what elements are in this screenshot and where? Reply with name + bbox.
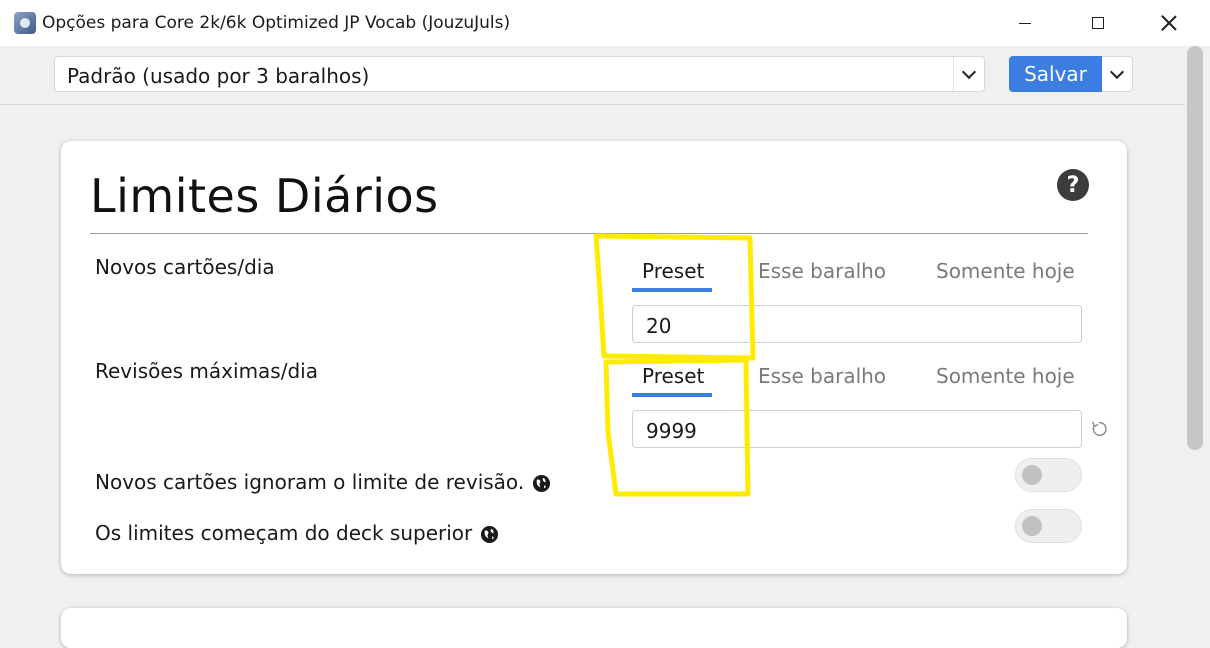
window-title: Opções para Core 2k/6k Optimized JP Voca… <box>42 13 511 33</box>
new-ignore-review-limit-label: Novos cartões ignoram o limite de revisã… <box>95 470 525 494</box>
tab-today-only-reviews[interactable]: Somente hoje <box>936 364 1075 388</box>
minimize-button[interactable] <box>990 0 1060 46</box>
revert-icon[interactable] <box>1090 420 1108 438</box>
highlight-annotation <box>593 233 756 497</box>
tab-this-deck-reviews[interactable]: Esse baralho <box>758 364 886 388</box>
new-cards-label: Novos cartões/dia <box>95 255 275 279</box>
toggle-knob <box>1022 516 1042 536</box>
globe-icon <box>480 525 499 544</box>
maximize-button[interactable] <box>1063 0 1133 46</box>
maximize-icon <box>1092 17 1104 29</box>
preset-select-value: Padrão (usado por 3 baralhos) <box>67 64 370 88</box>
globe-icon <box>532 474 551 493</box>
minimize-icon <box>1019 22 1031 24</box>
tab-today-only-new[interactable]: Somente hoje <box>936 259 1075 283</box>
help-icon[interactable]: ? <box>1057 169 1089 201</box>
chevron-down-icon <box>1109 64 1125 80</box>
max-reviews-label: Revisões máximas/dia <box>95 359 318 383</box>
chevron-down-icon <box>961 64 977 80</box>
toggle-knob <box>1022 465 1042 485</box>
anki-app-icon <box>14 12 36 34</box>
tab-this-deck-new[interactable]: Esse baralho <box>758 259 886 283</box>
limits-start-top-label: Os limites começam do deck superior <box>95 521 473 545</box>
save-options-button[interactable] <box>1102 56 1133 92</box>
preset-toolbar: Padrão (usado por 3 baralhos) Salvar <box>0 46 1185 105</box>
title-divider <box>90 233 1088 234</box>
select-divider <box>953 57 954 91</box>
section-title: Limites Diários <box>90 169 439 223</box>
scrollbar-thumb[interactable] <box>1187 46 1203 450</box>
title-bar: Opções para Core 2k/6k Optimized JP Voca… <box>0 0 1210 46</box>
next-section-card <box>61 608 1127 648</box>
limits-start-top-toggle[interactable] <box>1015 509 1082 543</box>
new-ignore-review-limit-toggle[interactable] <box>1015 458 1082 492</box>
close-icon <box>1161 15 1177 31</box>
preset-select[interactable]: Padrão (usado por 3 baralhos) <box>54 56 985 92</box>
save-button[interactable]: Salvar <box>1009 56 1102 92</box>
close-button[interactable] <box>1134 0 1204 46</box>
